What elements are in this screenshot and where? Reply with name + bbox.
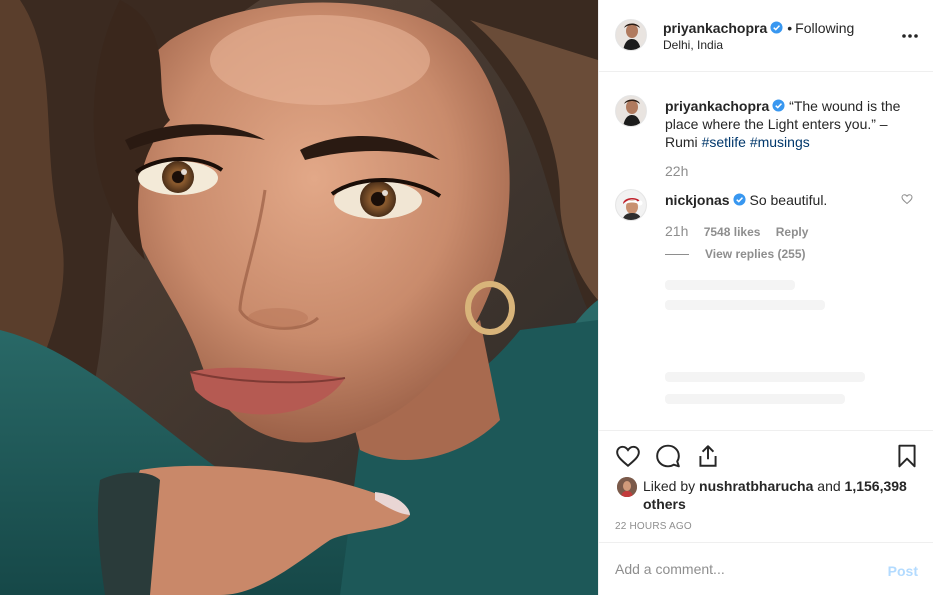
verified-badge-icon [772,99,785,112]
comment-username[interactable]: nickjonas [665,192,730,208]
liker-avatar[interactable] [617,477,637,497]
comment-meta: 21h 7548 likes Reply [665,223,820,239]
loading-placeholder [665,394,845,404]
author-username[interactable]: priyankachopra [663,20,767,36]
comment-like-heart-icon[interactable] [901,193,913,205]
comment-text: So beautiful. [749,192,828,208]
reply-button[interactable]: Reply [776,225,809,239]
post-actions-section: Liked by nushratbharucha and 1,156,398 o… [599,430,933,542]
loading-placeholder [665,300,825,310]
avatar-image [617,477,637,497]
caption-username[interactable]: priyankachopra [665,98,769,114]
liker-username[interactable]: nushratbharucha [699,478,813,494]
header-title-line: priyankachopra • Following [663,20,854,36]
follow-status-button[interactable]: Following [795,20,854,36]
post-timestamp[interactable]: 22 HOURS AGO [615,521,692,532]
liked-by-joiner: and [817,478,841,494]
loading-placeholder [665,372,865,382]
separator-dot: • [787,20,793,36]
share-icon[interactable] [695,443,721,469]
post-header: priyankachopra • Following Delhi, India [599,0,933,72]
post-details-panel: priyankachopra • Following Delhi, India pr… [598,0,933,595]
replies-divider [665,254,689,256]
likes-text: Liked by nushratbharucha and 1,156,398 o… [643,477,913,513]
avatar-image [616,20,646,50]
hashtag-link[interactable]: #musings [750,134,810,150]
comments-list[interactable]: priyankachopra “The wound is the place w… [599,72,933,430]
post-location[interactable]: Delhi, India [663,38,723,52]
comment-icon[interactable] [655,443,681,469]
bookmark-icon[interactable] [894,443,920,469]
selfie-image [0,0,598,595]
author-avatar[interactable] [615,19,647,51]
comment-text-block: nickjonas So beautiful. [665,191,905,209]
commenter-avatar[interactable] [615,189,647,221]
view-replies-button[interactable]: View replies (255) [665,247,806,261]
comment-item: nickjonas So beautiful. 21h 7548 likes R… [615,189,915,269]
more-options-icon[interactable] [900,26,920,46]
comment-input[interactable] [615,558,865,580]
loading-placeholder [665,280,795,290]
caption-time: 22h [665,163,689,179]
caption-meta: 22h [665,163,700,179]
post-photo[interactable] [0,0,598,595]
hashtag-link[interactable]: #setlife [702,134,746,150]
liked-by-prefix: Liked by [643,478,696,494]
caption-avatar[interactable] [615,95,647,127]
comment-time: 21h [665,223,689,239]
heart-icon[interactable] [615,443,641,469]
avatar-image [616,190,646,220]
avatar-image [616,96,646,126]
post-comment-button[interactable]: Post [888,563,918,579]
caption-comment: priyankachopra “The wound is the place w… [615,95,915,179]
verified-badge-icon [770,21,783,34]
add-comment-bar: Post [599,542,933,595]
caption-text-block: priyankachopra “The wound is the place w… [665,97,905,151]
view-replies-label: View replies (255) [705,247,806,261]
comment-like-count[interactable]: 7548 likes [704,225,761,239]
verified-badge-icon [733,193,746,206]
